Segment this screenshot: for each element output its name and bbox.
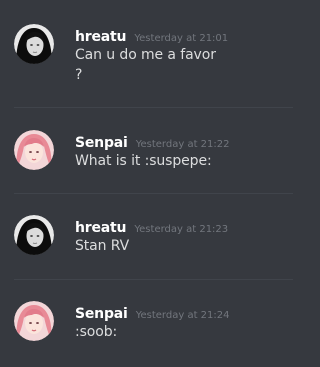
message-content: What is it :suspepe: bbox=[75, 151, 285, 171]
message-text-line: Can u do me a favor bbox=[75, 47, 216, 63]
username[interactable]: Senpai bbox=[75, 135, 128, 151]
message-group: Senpai Yesterday at 21:24 :soob: bbox=[0, 280, 293, 366]
username[interactable]: hreatu bbox=[75, 29, 126, 45]
timestamp: Yesterday at 21:24 bbox=[135, 310, 230, 321]
username[interactable]: hreatu bbox=[75, 220, 126, 236]
pink-hair-avatar-icon[interactable] bbox=[14, 130, 54, 170]
message-header: Senpai Yesterday at 21:22 bbox=[75, 132, 230, 151]
message-header: Senpai Yesterday at 21:24 bbox=[75, 303, 230, 322]
message-header: hreatu Yesterday at 21:23 bbox=[75, 217, 228, 236]
message-content: Stan RV bbox=[75, 236, 285, 256]
message-text-line: What is it :suspepe: bbox=[75, 153, 212, 169]
chat-messages: hreatu Yesterday at 21:01 Can u do me a … bbox=[0, 0, 293, 367]
bw-photo-avatar-icon[interactable] bbox=[14, 215, 54, 255]
message-content: :soob: bbox=[75, 322, 285, 342]
message-group: Senpai Yesterday at 21:22 What is it :su… bbox=[0, 108, 293, 194]
timestamp: Yesterday at 21:23 bbox=[134, 224, 229, 235]
pink-hair-avatar-icon[interactable] bbox=[14, 301, 54, 341]
message-group: hreatu Yesterday at 21:23 Stan RV bbox=[0, 194, 293, 280]
message-text-line: Stan RV bbox=[75, 238, 130, 254]
message-text-line: :soob: bbox=[75, 324, 118, 340]
username[interactable]: Senpai bbox=[75, 306, 128, 322]
message-content: Can u do me a favor ? bbox=[75, 45, 285, 85]
timestamp: Yesterday at 21:22 bbox=[135, 139, 230, 150]
message-header: hreatu Yesterday at 21:01 bbox=[75, 26, 228, 45]
message-text-line: ? bbox=[75, 67, 83, 83]
bw-photo-avatar-icon[interactable] bbox=[14, 24, 54, 64]
message-group: hreatu Yesterday at 21:01 Can u do me a … bbox=[0, 0, 293, 86]
timestamp: Yesterday at 21:01 bbox=[134, 33, 229, 44]
